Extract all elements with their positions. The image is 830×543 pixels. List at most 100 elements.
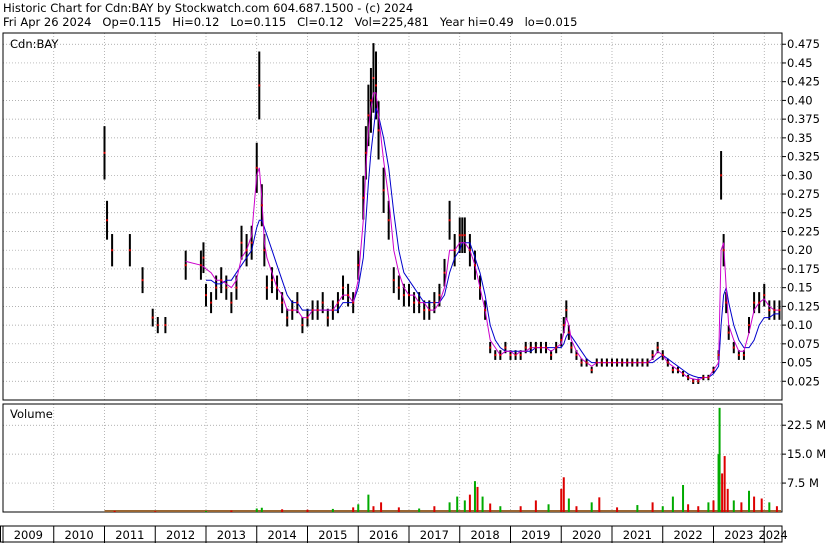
close-point: [270, 279, 273, 282]
close-point: [610, 361, 613, 364]
close-point: [562, 324, 565, 327]
close-point: [156, 324, 159, 327]
moving-average-long-line: [206, 107, 780, 378]
close-point: [585, 361, 588, 364]
close-point: [362, 196, 365, 199]
price-y-tick-label: 0.025: [787, 374, 820, 388]
close-point: [402, 294, 405, 297]
volume-bar: [718, 407, 721, 512]
moving-average-short-line: [185, 92, 780, 381]
close-point: [494, 354, 497, 357]
x-year-label: 2015: [318, 528, 347, 542]
volume-bar: [113, 510, 116, 512]
close-point: [616, 361, 619, 364]
volume-bar: [306, 509, 309, 512]
x-year-label: 2017: [420, 528, 449, 542]
close-point: [697, 380, 700, 383]
volume-bar: [775, 506, 778, 512]
volume-bar: [616, 507, 619, 512]
x-year-label: 2022: [673, 528, 702, 542]
price-y-tick-label: 0.10: [787, 318, 813, 332]
close-point: [545, 346, 548, 349]
volume-bar: [567, 498, 570, 512]
close-point: [281, 301, 284, 304]
close-point: [199, 264, 202, 267]
close-point: [111, 249, 114, 252]
volume-panel-frame: [2, 403, 783, 513]
close-point: [560, 339, 563, 342]
close-point: [255, 166, 258, 169]
close-point: [428, 309, 431, 312]
close-point: [768, 309, 771, 312]
volume-bar: [260, 507, 263, 512]
close-point: [621, 361, 624, 364]
volume-panel-title: Volume: [10, 407, 53, 421]
close-point: [418, 301, 421, 304]
close-point: [550, 354, 553, 357]
chart-image: Historic Chart for Cdn:BAY by Stockwatch…: [0, 0, 830, 543]
close-point: [742, 354, 745, 357]
price-y-tick-label: 0.25: [787, 206, 813, 220]
close-point: [164, 324, 167, 327]
close-point: [347, 294, 350, 297]
close-point: [590, 369, 593, 372]
volume-bar: [473, 481, 476, 512]
close-point: [656, 346, 659, 349]
close-point: [433, 301, 436, 304]
volume-bar: [418, 508, 421, 512]
x-year-label: 2024: [758, 528, 787, 542]
close-point: [265, 286, 268, 289]
close-point: [626, 361, 629, 364]
close-point: [489, 346, 492, 349]
close-point: [204, 294, 207, 297]
close-point: [565, 309, 568, 312]
close-point: [717, 354, 720, 357]
volume-bar: [499, 506, 502, 512]
x-year-label: 2021: [623, 528, 652, 542]
x-year-label: 2020: [572, 528, 601, 542]
close-point: [458, 234, 461, 237]
volume-bar: [481, 496, 484, 512]
close-point: [636, 361, 639, 364]
volume-bar: [723, 456, 726, 512]
close-point: [438, 294, 441, 297]
close-point: [519, 354, 522, 357]
x-year-label: 2019: [521, 528, 550, 542]
close-point: [722, 249, 725, 252]
price-y-tick-label: 0.40: [787, 93, 813, 107]
price-y-tick-label: 0.30: [787, 168, 813, 182]
close-point: [671, 369, 674, 372]
x-year-label: 2014: [267, 528, 296, 542]
close-point: [367, 114, 370, 117]
close-point: [352, 301, 355, 304]
volume-bar: [255, 508, 258, 512]
close-point: [311, 309, 314, 312]
volume-bar: [748, 490, 751, 512]
volume-y-tick-label: 7.5 M: [787, 476, 819, 490]
close-point: [567, 331, 570, 334]
close-point: [514, 354, 517, 357]
volume-bar: [682, 485, 685, 512]
price-y-tick-label: 0.05: [787, 356, 813, 370]
close-point: [727, 331, 730, 334]
close-point: [291, 309, 294, 312]
volume-bar: [590, 502, 593, 512]
close-point: [448, 219, 451, 222]
close-point: [372, 76, 375, 79]
close-point: [453, 249, 456, 252]
close-point: [773, 309, 776, 312]
close-point: [463, 234, 466, 237]
close-point: [524, 346, 527, 349]
close-point: [369, 99, 372, 102]
volume-bar: [357, 504, 360, 512]
close-point: [778, 309, 781, 312]
close-point: [301, 324, 304, 327]
volume-bar: [380, 502, 383, 512]
close-point: [484, 309, 487, 312]
close-point: [646, 361, 649, 364]
close-point: [605, 361, 608, 364]
close-point: [106, 219, 109, 222]
volume-y-tick-label: 22.5 M: [787, 418, 826, 432]
x-year-label: 2010: [64, 528, 93, 542]
close-point: [753, 301, 756, 304]
